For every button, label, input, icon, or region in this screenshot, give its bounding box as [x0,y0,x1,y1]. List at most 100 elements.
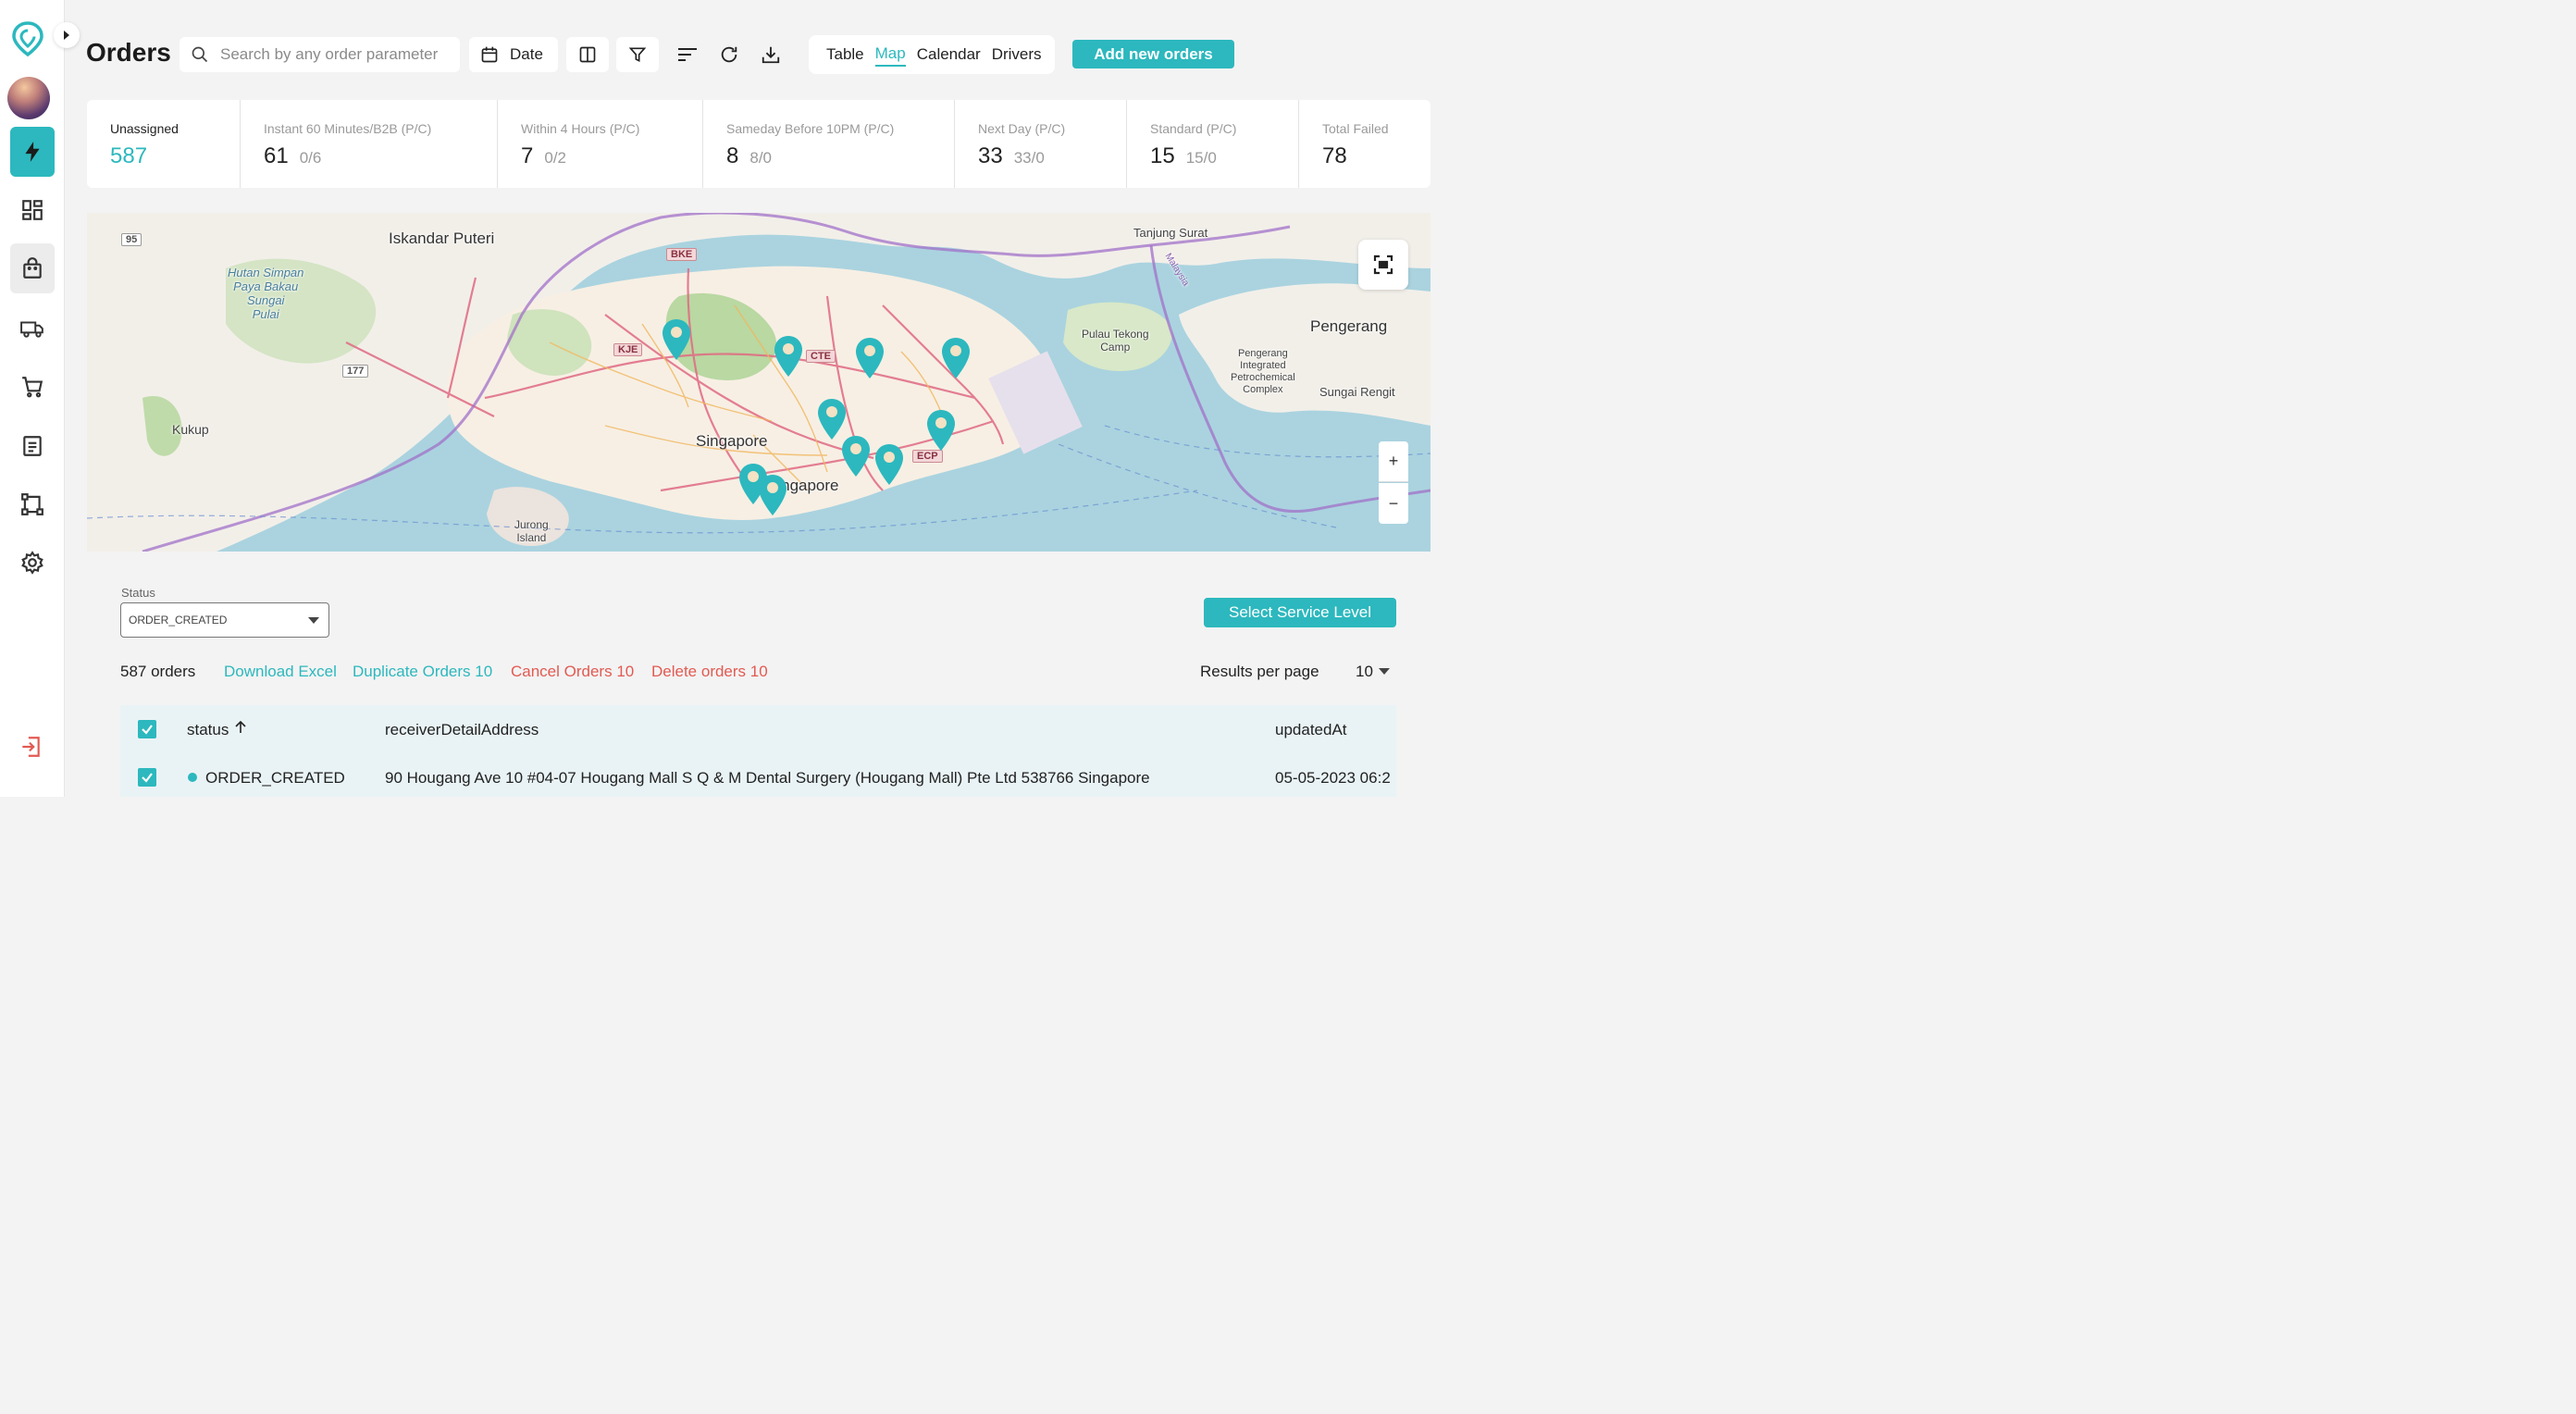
sidebar-item-dashboard[interactable] [10,185,55,235]
table-row[interactable]: ORDER_CREATED 90 Hougang Ave 10 #04-07 H… [120,753,1396,797]
road-shield-kje: KJE [613,343,643,356]
sidebar-item-dispatch[interactable] [10,127,55,177]
stat-standard[interactable]: Standard (P/C) 15 15/0 [1127,100,1299,188]
cart-icon [22,377,43,398]
cancel-orders-link[interactable]: Cancel Orders 10 [511,663,634,681]
tab-map[interactable]: Map [874,43,906,67]
map-label-iskandar: Iskandar Puteri [389,229,495,247]
sidebar-item-drivers[interactable] [10,304,55,354]
table-header-row: status receiverDetailAddress updatedAt [120,705,1396,753]
refresh-icon [721,46,737,63]
map-label-kukup: Kukup [172,422,209,437]
delete-orders-link[interactable]: Delete orders 10 [651,663,768,681]
stat-value: 7 [521,143,534,168]
view-toggle: Table Map Calendar Drivers [809,35,1055,74]
sort-arrow-up-icon [235,720,246,733]
tab-table[interactable]: Table [826,43,864,66]
zoom-in-button[interactable]: + [1379,441,1408,482]
stats-bar: Unassigned 587 Instant 60 Minutes/B2B (P… [87,100,1430,188]
filter-button[interactable] [616,37,659,72]
tab-calendar[interactable]: Calendar [917,43,981,66]
date-button[interactable]: Date [469,37,558,72]
order-pin[interactable] [757,473,788,517]
sort-icon [678,48,697,61]
status-caption: Status [121,586,155,600]
stat-value: 78 [1322,143,1347,168]
date-label: Date [510,45,543,63]
stat-label: Within 4 Hours (P/C) [521,121,640,136]
stat-sub: 33/0 [1013,149,1045,167]
select-service-level-button[interactable]: Select Service Level [1204,598,1396,627]
avatar[interactable] [7,77,50,119]
road-shield-bke: BKE [666,248,698,261]
orders-map[interactable]: Iskandar Puteri Hutan Simpan Paya Bakau … [87,213,1430,552]
stat-next-day[interactable]: Next Day (P/C) 33 33/0 [955,100,1127,188]
select-all-checkbox[interactable] [138,720,156,738]
map-label-singapore: Singapore [696,432,768,450]
add-new-orders-button[interactable]: Add new orders [1072,40,1234,68]
sidebar-item-settings[interactable] [10,538,55,588]
duplicate-orders-link[interactable]: Duplicate Orders 10 [353,663,492,681]
app-logo-icon[interactable] [11,20,44,57]
column-header-label: status [187,721,229,738]
logout-icon[interactable] [19,735,43,759]
stat-instant[interactable]: Instant 60 Minutes/B2B (P/C) 61 0/6 [241,100,498,188]
column-header-updated[interactable]: updatedAt [1275,721,1347,739]
page-title: Orders [86,38,171,67]
stat-label: Unassigned [110,121,179,136]
sidebar [0,0,65,797]
stat-label: Next Day (P/C) [978,121,1066,136]
stat-value: 33 [978,143,1003,168]
stat-label: Instant 60 Minutes/B2B (P/C) [264,121,432,136]
stat-sub: 8/0 [749,149,772,167]
sort-button[interactable] [666,37,709,72]
order-pin[interactable] [854,336,886,380]
search-input[interactable] [220,45,452,64]
map-label-pengerang: Pengerang [1310,317,1388,335]
sidebar-item-reports[interactable] [10,421,55,471]
sidebar-expand-button[interactable] [54,22,80,48]
stat-sameday[interactable]: Sameday Before 10PM (P/C) 8 8/0 [703,100,955,188]
cell-status: ORDER_CREATED [205,769,345,787]
stat-label: Standard (P/C) [1150,121,1237,136]
tab-drivers[interactable]: Drivers [992,43,1042,66]
download-button[interactable] [749,37,792,72]
stat-unassigned[interactable]: Unassigned 587 [87,100,241,188]
column-header-status[interactable]: status [187,720,246,739]
sidebar-item-routes[interactable] [10,479,55,529]
gear-icon [21,551,43,575]
order-pin[interactable] [873,442,905,487]
map-label-petro: Pengerang Integrated Petrochemical Compl… [1231,348,1295,395]
road-shield-177: 177 [342,365,369,378]
dashboard-icon [22,200,43,220]
chevron-right-icon [64,31,69,40]
road-shield-cte: CTE [806,350,836,363]
download-excel-link[interactable]: Download Excel [224,663,337,681]
check-icon [142,773,153,783]
columns-button[interactable] [566,37,609,72]
stat-within-4-hours[interactable]: Within 4 Hours (P/C) 7 0/2 [498,100,703,188]
sidebar-item-cart[interactable] [10,362,55,412]
filter-icon [628,47,647,63]
zoom-out-button[interactable]: − [1379,483,1408,524]
order-pin[interactable] [940,336,972,380]
order-pin[interactable] [840,434,872,478]
chevron-down-icon[interactable] [1379,668,1390,675]
search-icon [192,46,208,63]
road-shield-95: 95 [121,233,142,246]
sidebar-item-orders[interactable] [10,243,55,293]
results-per-page-select[interactable]: 10 [1356,663,1373,681]
order-pin[interactable] [661,317,692,362]
fullscreen-button[interactable] [1358,240,1408,290]
stat-label: Sameday Before 10PM (P/C) [726,121,895,136]
check-icon [142,725,153,735]
calendar-icon [481,46,498,63]
stat-total-failed[interactable]: Total Failed 78 [1299,100,1430,188]
status-select[interactable]: ORDER_CREATED [120,602,329,638]
refresh-button[interactable] [708,37,750,72]
row-checkbox[interactable] [138,768,156,787]
order-pin[interactable] [773,334,804,378]
order-pin[interactable] [925,408,957,453]
column-header-address[interactable]: receiverDetailAddress [385,721,539,739]
search-box[interactable] [180,37,460,72]
